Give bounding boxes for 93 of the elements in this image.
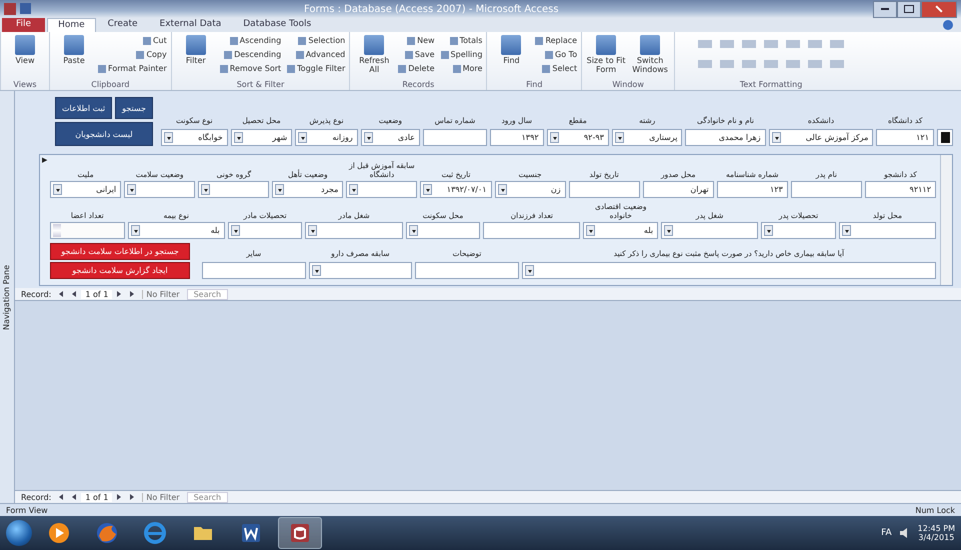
text-field[interactable]: زهرا محمدی xyxy=(685,129,766,146)
ribbon-button[interactable]: Size to Fit Form xyxy=(585,34,628,80)
ribbon-button[interactable]: Go To xyxy=(544,48,578,61)
scrollbar[interactable] xyxy=(940,155,952,285)
ribbon-button[interactable]: Replace xyxy=(534,34,578,47)
ribbon-button[interactable]: Totals xyxy=(448,34,484,47)
ribbon-button[interactable]: Copy xyxy=(135,48,168,61)
browser-icon xyxy=(144,522,166,544)
language-indicator[interactable]: FA xyxy=(881,528,892,538)
database-icon xyxy=(289,522,311,544)
ribbon-button[interactable]: New xyxy=(406,34,436,47)
text-field[interactable] xyxy=(415,262,519,279)
record-label: Record: xyxy=(21,290,52,298)
ribbon-tab[interactable]: Home xyxy=(47,18,96,32)
text-field[interactable]: ۱۲۳ xyxy=(716,181,788,198)
combo-box[interactable]: بله xyxy=(583,222,658,239)
text-field[interactable] xyxy=(202,262,306,279)
taskbar-button[interactable] xyxy=(278,517,322,549)
record-position[interactable]: 1 of 1 xyxy=(81,290,112,298)
text-field[interactable]: ۹۲۱۱۲ xyxy=(864,181,936,198)
combo-box[interactable]: ۹۲-۹۳ xyxy=(546,129,609,146)
search-field[interactable]: Search xyxy=(186,492,228,502)
report-button[interactable]: ایجاد گزارش سلامت دانشجو xyxy=(50,262,190,279)
group-label: Text Formatting xyxy=(738,80,804,90)
combo-box[interactable]: ۱۳۹۲/۰۷/۰۱ xyxy=(420,181,492,198)
filter-indicator[interactable]: No Filter xyxy=(142,290,183,298)
text-field[interactable] xyxy=(483,222,580,239)
combo-box[interactable]: زن xyxy=(494,181,566,198)
start-button[interactable] xyxy=(6,520,32,546)
text-field[interactable] xyxy=(568,181,640,198)
ribbon-button[interactable]: Toggle Filter xyxy=(286,62,346,75)
maximize-button[interactable] xyxy=(897,0,921,18)
globe-icon xyxy=(96,522,118,544)
ribbon-button[interactable]: Refresh All xyxy=(353,34,396,80)
ribbon-tab[interactable]: Database Tools xyxy=(233,18,322,32)
ribbon-button[interactable]: Switch Windows xyxy=(629,34,672,80)
minimize-button[interactable] xyxy=(873,0,897,18)
group-label: Sort & Filter xyxy=(236,80,286,90)
combo-box[interactable]: بله xyxy=(128,222,225,239)
ribbon-tab[interactable]: Create xyxy=(98,18,148,32)
ribbon-button[interactable]: Cut xyxy=(142,34,168,47)
group-label: Views xyxy=(12,80,38,90)
text-field[interactable] xyxy=(422,129,487,146)
group-label: Clipboard xyxy=(90,80,130,90)
play-icon xyxy=(48,522,70,544)
group-label: Window xyxy=(611,80,645,90)
ribbon-button[interactable]: Spelling xyxy=(440,48,484,61)
group-label: Records xyxy=(401,80,436,90)
spin-field[interactable] xyxy=(50,222,125,239)
combo-box[interactable]: روزانه xyxy=(295,129,358,146)
text-field[interactable] xyxy=(790,181,862,198)
filter-indicator[interactable]: No Filter xyxy=(142,492,183,502)
navigation-pane[interactable]: Navigation Pane xyxy=(0,91,15,503)
text-field[interactable]: تهران xyxy=(642,181,714,198)
ribbon-tab[interactable]: External Data xyxy=(150,18,232,32)
ribbon-button[interactable]: Find xyxy=(490,34,532,80)
text-field[interactable]: ۱۲۱ xyxy=(876,129,934,146)
combo-box[interactable]: خوابگاه xyxy=(160,129,228,146)
form-button[interactable]: ثبت اطلاعات xyxy=(55,97,112,119)
ribbon-button[interactable]: View xyxy=(4,34,46,80)
ribbon-button[interactable]: Remove Sort xyxy=(218,62,282,75)
status-text: Num Lock xyxy=(915,506,955,514)
ribbon-button[interactable]: Ascending xyxy=(228,34,282,47)
ribbon-button[interactable]: More xyxy=(452,62,484,75)
window-title: Forms : Database (Access 2007) - Microsoft Access xyxy=(304,4,560,14)
record-label: Record: xyxy=(21,492,52,502)
report-button[interactable]: جستجو در اطلاعات سلامت دانشجو xyxy=(50,243,190,260)
ribbon-button[interactable]: Format Painter xyxy=(97,62,168,75)
photo-frame xyxy=(937,129,953,146)
ribbon-button[interactable]: Advanced xyxy=(294,48,346,61)
combo-box[interactable]: ایرانی xyxy=(50,181,122,198)
clock[interactable]: 12:45 PM 3/4/2015 xyxy=(918,524,955,542)
form-button[interactable]: جستجو xyxy=(115,97,153,119)
combo-box[interactable]: مجرد xyxy=(272,181,344,198)
record-position[interactable]: 1 of 1 xyxy=(81,492,112,502)
combo-box[interactable]: عادی xyxy=(360,129,420,146)
ribbon-button[interactable]: Filter xyxy=(174,34,217,80)
close-button[interactable] xyxy=(921,0,957,18)
combo-box[interactable]: مرکز آموزش عالی xyxy=(768,129,874,146)
text-field[interactable]: ۱۳۹۲ xyxy=(490,129,544,146)
ribbon-button[interactable]: Selection xyxy=(297,34,346,47)
group-label: Find xyxy=(525,80,544,90)
search-field[interactable]: Search xyxy=(186,288,228,300)
combo-box[interactable]: پرستاری xyxy=(612,129,682,146)
combo-box[interactable]: شهر xyxy=(230,129,292,146)
file-tab[interactable]: File xyxy=(2,18,46,32)
ribbon-button[interactable]: Select xyxy=(541,62,578,75)
status-text: Form View xyxy=(6,506,48,514)
ribbon-button[interactable]: Delete xyxy=(397,62,436,75)
ribbon-button[interactable]: Paste xyxy=(53,34,95,80)
form-button[interactable]: لیست دانشجویان xyxy=(55,122,153,146)
ribbon-button[interactable]: Descending xyxy=(223,48,282,61)
ribbon-button[interactable]: Save xyxy=(404,48,436,61)
